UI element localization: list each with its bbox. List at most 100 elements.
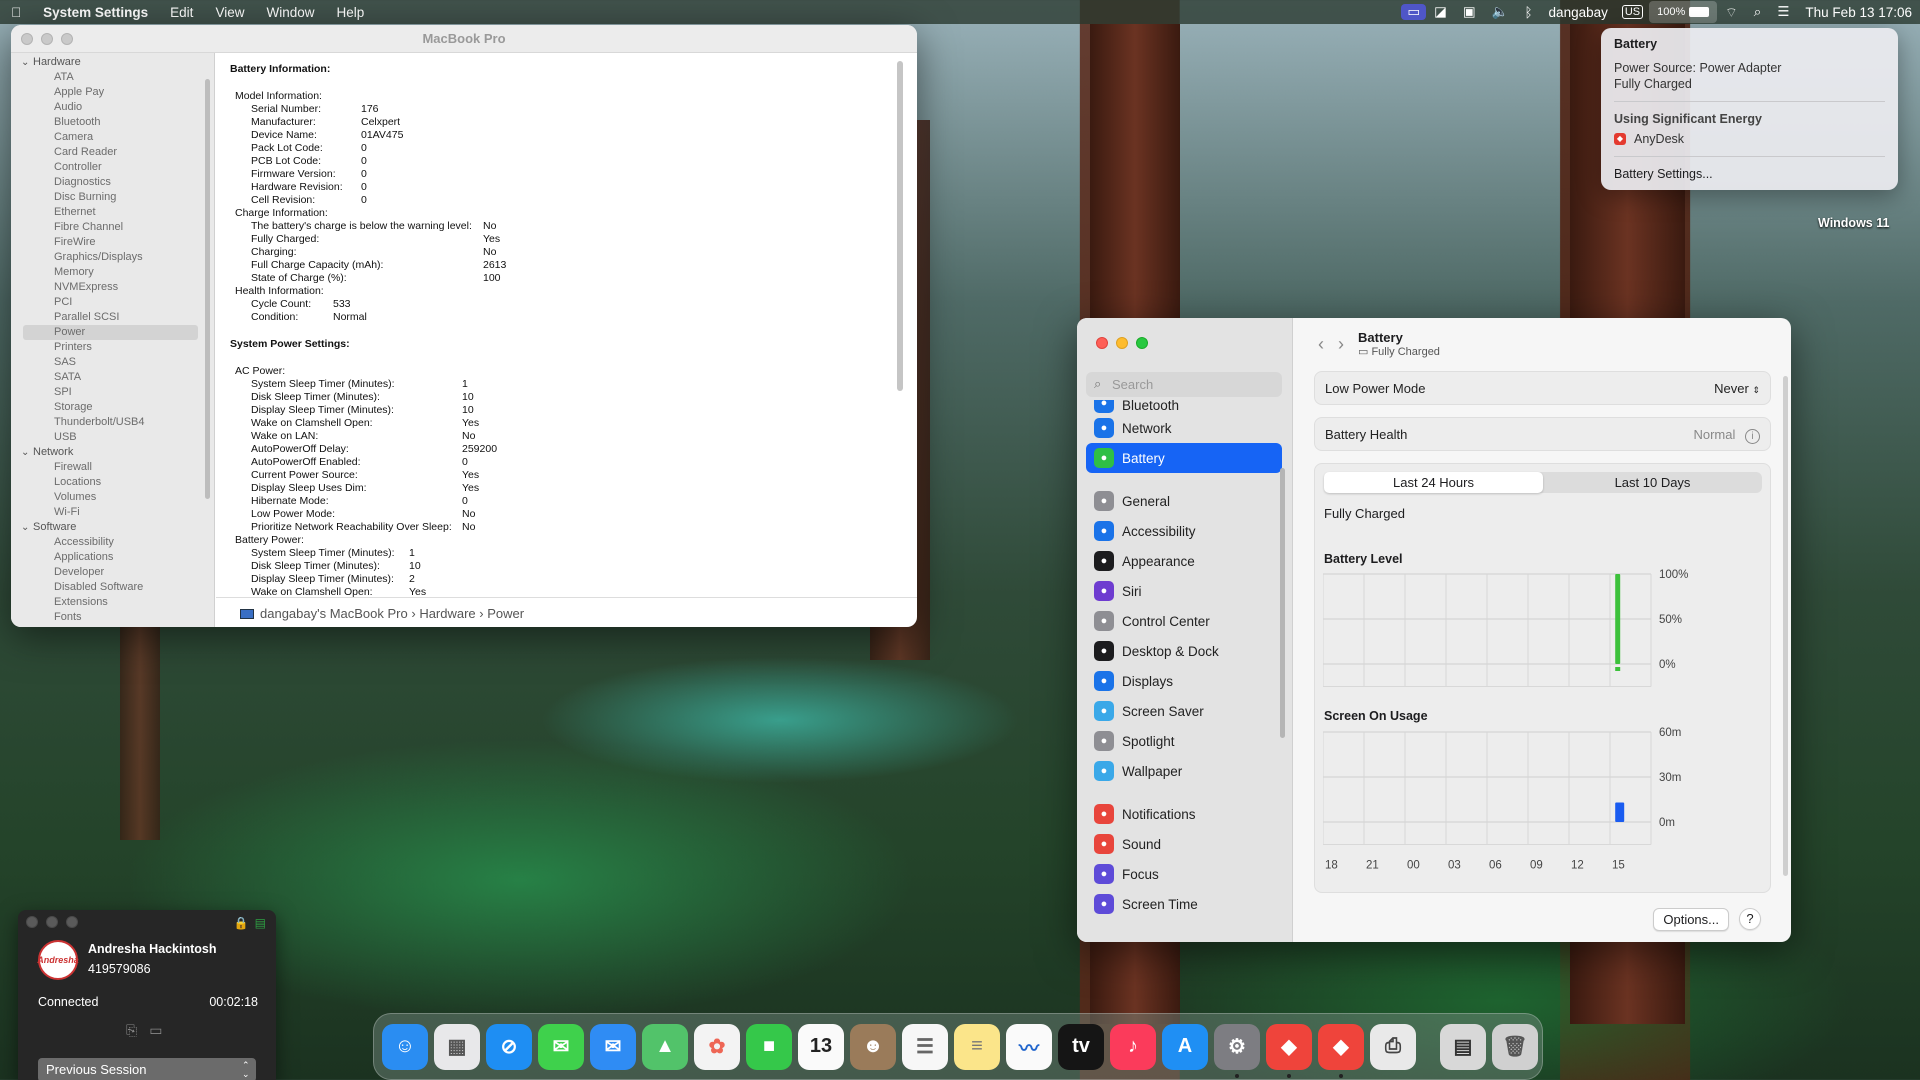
path-item[interactable]: dangabay's MacBook Pro <box>260 606 408 621</box>
sidebar-item-bluetooth[interactable]: ● Bluetooth <box>1086 400 1282 413</box>
minimize-button[interactable] <box>46 916 58 928</box>
trash-icon[interactable]: 🗑 <box>1492 1023 1538 1070</box>
minimize-button[interactable] <box>41 33 53 45</box>
sidebar-item-volumes[interactable]: Volumes <box>11 490 214 505</box>
energy-app-item[interactable]: ◆ AnyDesk <box>1614 132 1885 146</box>
sidebar-item-applications[interactable]: Applications <box>11 550 214 565</box>
sidebar-item-wi-fi[interactable]: Wi-Fi <box>11 505 214 520</box>
input-source[interactable]: US <box>1621 5 1644 19</box>
sidebar-item-fonts[interactable]: Fonts <box>11 610 214 625</box>
sidebar-item-thunderbolt-usb4[interactable]: Thunderbolt/USB4 <box>11 415 214 430</box>
photos-icon[interactable]: ✿ <box>694 1023 740 1070</box>
menu-view[interactable]: View <box>204 5 255 20</box>
sidebar-item-sound[interactable]: ● Sound <box>1086 829 1282 859</box>
anydesk-2-icon[interactable]: ◆ <box>1318 1023 1364 1078</box>
bluetooth-menu-icon[interactable]: ᛒ <box>1516 5 1540 20</box>
sidebar-item-printers[interactable]: Printers <box>11 340 214 355</box>
sidebar-item-bluetooth[interactable]: Bluetooth <box>11 115 214 130</box>
scrollbar[interactable] <box>897 61 903 391</box>
app-menu[interactable]: System Settings <box>32 5 159 20</box>
sidebar-item-disc-burning[interactable]: Disc Burning <box>11 190 214 205</box>
scrollbar[interactable] <box>205 79 210 499</box>
sidebar-item-accessibility[interactable]: ● Accessibility <box>1086 516 1282 546</box>
spotlight-search-icon[interactable]: ⌕ <box>1746 4 1770 20</box>
sidebar-item-sas[interactable]: SAS <box>11 355 214 370</box>
sidebar-item-ethernet[interactable]: Ethernet <box>11 205 214 220</box>
reminders-icon[interactable]: ☰ <box>902 1023 948 1070</box>
path-item[interactable]: Hardware <box>419 606 475 621</box>
close-button[interactable] <box>1096 337 1108 349</box>
chat-icon[interactable]: ▤ <box>255 916 266 930</box>
sidebar-item-spi[interactable]: SPI <box>11 385 214 400</box>
sidebar-item-accessibility[interactable]: Accessibility <box>11 535 214 550</box>
mail-icon[interactable]: ✉ <box>590 1023 636 1070</box>
minimize-button[interactable] <box>1116 337 1128 349</box>
sidebar-item-screen-time[interactable]: ● Screen Time <box>1086 889 1282 919</box>
sidebar-item-pci[interactable]: PCI <box>11 295 214 310</box>
sidebar-item-battery[interactable]: ● Battery <box>1086 443 1282 473</box>
volume-icon[interactable]: 🔈 <box>1484 4 1517 20</box>
lock-icon[interactable]: 🔒 <box>234 916 249 930</box>
zoom-button[interactable] <box>1136 337 1148 349</box>
sidebar-item-desktop-dock[interactable]: ● Desktop & Dock <box>1086 636 1282 666</box>
launchpad-icon[interactable]: ▦ <box>434 1023 480 1070</box>
apple-menu-icon[interactable]:  <box>0 5 32 20</box>
sidebar-section-network[interactable]: Network <box>11 445 214 460</box>
sidebar-item-disabled-software[interactable]: Disabled Software <box>11 580 214 595</box>
facetime-icon[interactable]: ■ <box>746 1023 792 1070</box>
forward-icon[interactable]: › <box>1338 334 1344 355</box>
sidebar-item-spotlight[interactable]: ● Spotlight <box>1086 726 1282 756</box>
sidebar-item-graphics-displays[interactable]: Graphics/Displays <box>11 250 214 265</box>
contacts-icon[interactable]: ☻ <box>850 1023 896 1070</box>
back-icon[interactable]: ‹ <box>1318 334 1324 355</box>
zoom-button[interactable] <box>66 916 78 928</box>
search-field[interactable]: ⌕ Search <box>1086 372 1282 397</box>
sidebar-item-appearance[interactable]: ● Appearance <box>1086 546 1282 576</box>
sidebar-item-extensions[interactable]: Extensions <box>11 595 214 610</box>
sidebar-section-software[interactable]: Software <box>11 520 214 535</box>
sidebar-item-apple-pay[interactable]: Apple Pay <box>11 85 214 100</box>
low-power-select[interactable]: Never ⇕ <box>1714 381 1760 396</box>
scrollbar[interactable] <box>1280 468 1285 738</box>
close-button[interactable] <box>21 33 33 45</box>
sidebar-item-storage[interactable]: Storage <box>11 400 214 415</box>
options-button[interactable]: Options... <box>1653 908 1729 931</box>
sidebar-item-displays[interactable]: ● Displays <box>1086 666 1282 696</box>
sidebar-item-diagnostics[interactable]: Diagnostics <box>11 175 214 190</box>
freeform-icon[interactable]: 〰 <box>1006 1023 1052 1070</box>
sidebar-item-general[interactable]: ● General <box>1086 486 1282 516</box>
sidebar-item-control-center[interactable]: ● Control Center <box>1086 606 1282 636</box>
wifi-icon[interactable]: ⌔ <box>1717 4 1746 21</box>
sidebar-item-focus[interactable]: ● Focus <box>1086 859 1282 889</box>
control-center-menu-icon[interactable]: ☰ <box>1769 4 1797 20</box>
menu-window[interactable]: Window <box>255 5 325 20</box>
sidebar-item-screen-saver[interactable]: ● Screen Saver <box>1086 696 1282 726</box>
finder-icon[interactable]: ☺ <box>382 1023 428 1070</box>
tab-last-10-days[interactable]: Last 10 Days <box>1543 472 1762 493</box>
sidebar-item-developer[interactable]: Developer <box>11 565 214 580</box>
sidebar-item-memory[interactable]: Memory <box>11 265 214 280</box>
sidebar-item-camera[interactable]: Camera <box>11 130 214 145</box>
sidebar-item-firewall[interactable]: Firewall <box>11 460 214 475</box>
notes-icon[interactable]: ≡ <box>954 1023 1000 1070</box>
sidebar-item-card-reader[interactable]: Card Reader <box>11 145 214 160</box>
desktop-item-label[interactable]: Windows 11 <box>1818 216 1889 230</box>
screen-sharing-icon[interactable]: ▭ <box>1401 4 1427 20</box>
scrollbar[interactable] <box>1783 376 1788 876</box>
maps-icon[interactable]: ▲ <box>642 1023 688 1070</box>
sidebar-item-fibre-channel[interactable]: Fibre Channel <box>11 220 214 235</box>
clock[interactable]: Thu Feb 13 17:06 <box>1797 5 1920 20</box>
menu-help[interactable]: Help <box>325 5 375 20</box>
path-item[interactable]: Power <box>487 606 524 621</box>
sidebar-item-ata[interactable]: ATA <box>11 70 214 85</box>
sidebar-item-usb[interactable]: USB <box>11 430 214 445</box>
sidebar-item-locations[interactable]: Locations <box>11 475 214 490</box>
app-store-icon[interactable]: A <box>1162 1023 1208 1070</box>
battery-settings-item[interactable]: Battery Settings... <box>1614 167 1885 181</box>
sidebar-section-hardware[interactable]: Hardware <box>11 55 214 70</box>
sidebar-item-siri[interactable]: ● Siri <box>1086 576 1282 606</box>
downloads-stack-icon[interactable]: ▤ <box>1440 1023 1486 1070</box>
safari-icon[interactable]: ⊘ <box>486 1023 532 1070</box>
close-button[interactable] <box>26 916 38 928</box>
apple-tv-icon[interactable]: tv <box>1058 1023 1104 1070</box>
